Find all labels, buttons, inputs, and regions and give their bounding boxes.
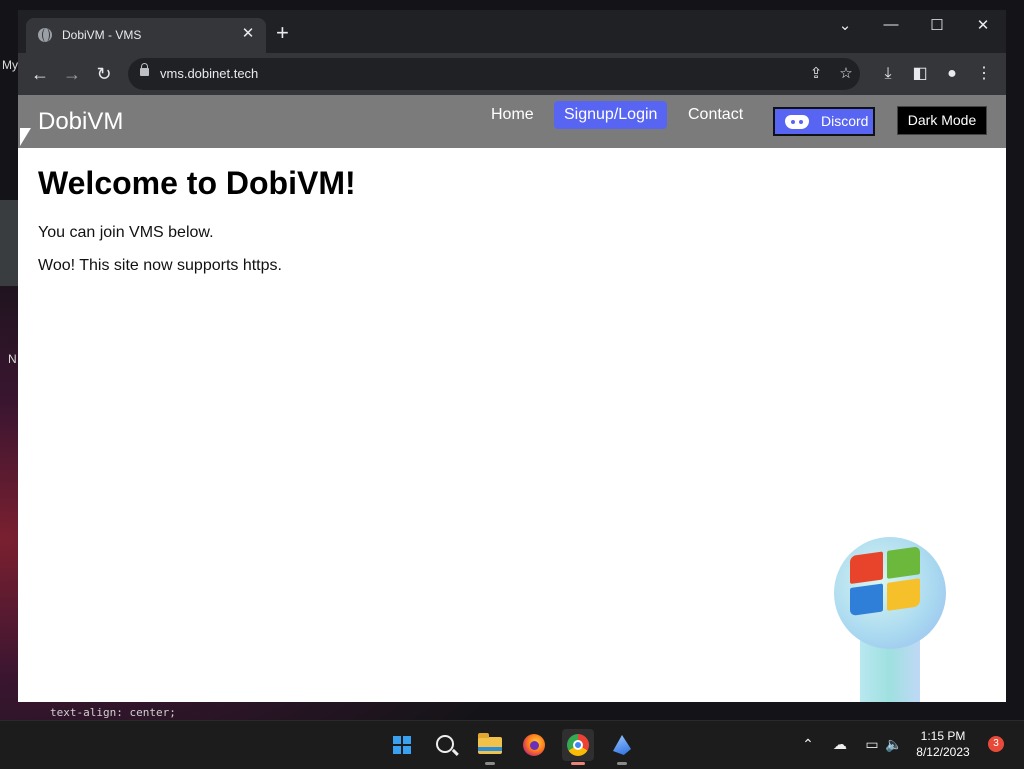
menu-icon[interactable]: ⋮: [972, 62, 996, 86]
paragraph: Woo! This site now supports https.: [38, 257, 282, 274]
discord-label: Discord: [821, 113, 869, 129]
chrome-icon: [567, 734, 589, 756]
onedrive-icon[interactable]: ☁: [830, 736, 850, 753]
share-icon[interactable]: ⇪: [806, 64, 826, 84]
running-indicator: [617, 762, 627, 765]
forward-icon[interactable]: →: [60, 62, 84, 86]
file-explorer-button[interactable]: [474, 729, 506, 765]
bird-app-icon: [613, 735, 631, 755]
tab-search-icon[interactable]: ⌄: [830, 16, 860, 34]
discord-button[interactable]: Discord: [773, 107, 875, 136]
new-tab-icon[interactable]: +: [276, 22, 289, 44]
page-heading: Welcome to DobiVM!: [38, 165, 356, 201]
windows-flag-icon: [850, 546, 922, 618]
nav-home[interactable]: Home: [481, 101, 544, 129]
paragraph: You can join VMS below.: [38, 224, 214, 241]
address-bar[interactable]: vms.dobinet.tech ⇪ ☆: [128, 58, 860, 90]
start-icon: [393, 736, 411, 754]
tab-dobivm[interactable]: DobiVM - VMS ✕: [26, 18, 266, 53]
browser-toolbar: ← → ↻ vms.dobinet.tech ⇪ ☆ ⤓ ◧ ● ⋮: [18, 53, 1006, 95]
site-navbar: DobiVM Home Signup/Login Contact Discord…: [18, 95, 1006, 148]
browser-window: DobiVM - VMS ✕ + ⌄ — ☐ ✕ ← → ↻ vms.dobin…: [18, 10, 1006, 702]
site-brand[interactable]: DobiVM: [38, 108, 123, 136]
volume-icon[interactable]: 🔈: [884, 736, 904, 753]
desktop-icon-tile[interactable]: [0, 200, 18, 286]
system-clock[interactable]: 1:15 PM 8/12/2023: [908, 728, 978, 760]
lock-icon[interactable]: [140, 63, 149, 76]
side-panel-icon[interactable]: ◧: [908, 62, 932, 86]
nav-contact[interactable]: Contact: [678, 101, 753, 129]
globe-icon: [38, 28, 52, 42]
back-icon[interactable]: ←: [28, 62, 52, 86]
minimize-icon[interactable]: —: [876, 16, 906, 33]
mouse-cursor: [20, 128, 31, 146]
url-text[interactable]: vms.dobinet.tech: [160, 66, 258, 81]
download-icon[interactable]: ⤓: [876, 62, 900, 86]
reload-icon[interactable]: ↻: [92, 62, 116, 86]
search-button[interactable]: [430, 729, 462, 761]
tab-title: DobiVM - VMS: [62, 28, 142, 42]
tab-bar: DobiVM - VMS ✕ + ⌄ — ☐ ✕: [18, 10, 1006, 53]
close-window-icon[interactable]: ✕: [968, 16, 998, 34]
dark-mode-button[interactable]: Dark Mode: [897, 106, 987, 135]
desktop-label: My: [2, 58, 18, 72]
notification-badge[interactable]: 3: [988, 736, 1004, 752]
search-icon: [436, 735, 454, 753]
running-indicator: [485, 762, 495, 765]
firefox-button[interactable]: [518, 729, 550, 761]
network-icon[interactable]: ▭: [862, 736, 882, 753]
nav-signup-login[interactable]: Signup/Login: [554, 101, 668, 129]
main-content: Welcome to DobiVM! You can join VMS belo…: [38, 165, 356, 290]
maximize-icon[interactable]: ☐: [922, 16, 952, 34]
web-page: DobiVM Home Signup/Login Contact Discord…: [18, 95, 1006, 702]
start-button[interactable]: [386, 729, 418, 761]
discord-icon: [785, 115, 809, 129]
background-code-text: text-align: center;: [50, 706, 176, 719]
close-tab-icon[interactable]: ✕: [238, 24, 258, 42]
mascot-ball: [834, 537, 946, 649]
chrome-button[interactable]: [562, 729, 594, 765]
chevron-up-icon[interactable]: ⌃: [798, 736, 818, 753]
clock-time: 1:15 PM: [920, 729, 966, 743]
desktop-label: N: [8, 352, 17, 366]
clock-date: 8/12/2023: [916, 745, 970, 759]
firefox-icon: [523, 734, 545, 756]
active-indicator: [571, 762, 585, 765]
taskbar: ⌃ ☁ ▭ 🔈 1:15 PM 8/12/2023 3: [0, 720, 1024, 769]
profile-icon[interactable]: ●: [940, 62, 964, 86]
file-explorer-icon: [478, 733, 502, 754]
bird-app-button[interactable]: [606, 729, 638, 765]
star-icon[interactable]: ☆: [836, 64, 856, 84]
windows-mascot-image: [834, 537, 946, 702]
